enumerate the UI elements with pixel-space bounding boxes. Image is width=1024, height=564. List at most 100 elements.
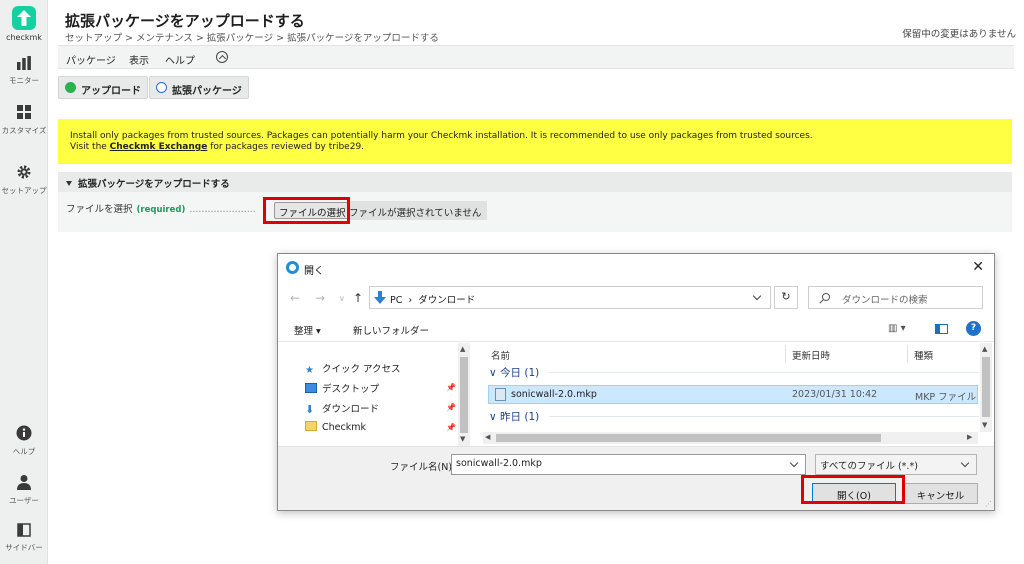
folder-icon — [305, 421, 317, 431]
nav-scrollbar[interactable]: ▲ ▼ — [458, 343, 470, 446]
bar-chart-icon — [17, 56, 31, 70]
info-circle-icon — [156, 82, 167, 93]
forward-arrow-icon[interactable]: → — [315, 291, 325, 305]
search-icon — [822, 293, 830, 301]
warning-line2: Visit the Checkmk Exchange for packages … — [70, 142, 365, 152]
grid-icon — [17, 105, 31, 119]
chevron-up-icon[interactable] — [216, 51, 228, 63]
file-list-scrollbar[interactable]: ▲ ▼ — [980, 343, 992, 432]
filetype-select[interactable]: すべてのファイル (*.*) — [815, 454, 977, 475]
column-modified[interactable]: 更新日時 — [792, 348, 830, 362]
sidebar-item-setup[interactable]: セットアップ — [0, 164, 48, 196]
address-path: PC › ダウンロード — [390, 295, 476, 306]
sidebar-item-help[interactable]: ヘルプ — [0, 425, 48, 457]
group-yesterday[interactable]: ∨ 昨日 (1) — [489, 409, 982, 424]
open-button[interactable]: 開く(O) — [812, 483, 896, 504]
sidebar-item-monitor[interactable]: モニター — [0, 56, 48, 86]
chevron-down-icon[interactable] — [752, 291, 762, 301]
scroll-up-icon[interactable]: ▲ — [460, 345, 465, 353]
scroll-down-icon[interactable]: ▼ — [460, 435, 465, 443]
refresh-icon[interactable]: ↻ — [774, 286, 798, 309]
page-title: 拡張パッケージをアップロードする — [65, 12, 305, 30]
dialog-title: 開く — [304, 266, 324, 277]
menu-view[interactable]: 表示 — [129, 52, 149, 67]
download-folder-icon — [374, 291, 386, 304]
menu-packages[interactable]: パッケージ — [66, 52, 116, 67]
no-file-selected-text: ファイルが選択されていません — [349, 201, 488, 220]
sidebar-item-user[interactable]: ユーザー — [0, 474, 48, 506]
group-today[interactable]: ∨ 今日 (1) — [489, 365, 982, 380]
packages-button[interactable]: 拡張パッケージ — [149, 76, 249, 99]
up-arrow-icon[interactable]: ↑ — [353, 291, 363, 305]
address-bar[interactable]: PC › ダウンロード — [369, 286, 771, 309]
menubar: パッケージ 表示 ヘルプ — [58, 45, 1014, 69]
upload-section: 拡張パッケージをアップロードする ファイルを選択 (required)......… — [58, 172, 1012, 232]
file-list-pane: 名前 更新日時 種類 ∨ 今日 (1) sonicwall-2.0.mkp 20… — [483, 343, 994, 446]
checkmk-exchange-link[interactable]: Checkmk Exchange — [110, 142, 208, 152]
sidebar-item-label: サイドバー — [5, 543, 43, 552]
chevron-down-icon[interactable] — [960, 458, 970, 468]
filename-input[interactable]: sonicwall-2.0.mkp — [451, 454, 806, 475]
cancel-button[interactable]: キャンセル — [903, 483, 978, 504]
close-icon[interactable]: ✕ — [972, 259, 984, 275]
pin-icon: 📌 — [446, 403, 456, 412]
help-icon[interactable]: ? — [966, 321, 981, 336]
sidebar: checkmk モニター カスタマイズ セットアップ ヘルプ ユーザー サイドバ… — [0, 0, 48, 564]
checkmk-logo[interactable] — [12, 6, 36, 30]
new-folder-button[interactable]: 新しいフォルダー — [353, 323, 429, 337]
preview-pane-icon[interactable] — [935, 324, 948, 334]
warning-message: Install only packages from trusted sourc… — [58, 119, 1012, 164]
triangle-down-icon — [66, 181, 72, 186]
tree-item-checkmk[interactable]: Checkmk — [305, 421, 366, 433]
back-arrow-icon[interactable]: ← — [290, 291, 300, 305]
file-row[interactable]: sonicwall-2.0.mkp 2023/01/31 10:42 MKP フ… — [488, 385, 978, 404]
sidebar-item-label: ヘルプ — [12, 447, 36, 456]
tree-item-downloads[interactable]: ⬇ ダウンロード — [305, 401, 379, 416]
filename-label: ファイル名(N): — [390, 462, 456, 473]
required-marker: (required) — [136, 205, 186, 215]
search-input[interactable]: ダウンロードの検索 — [808, 286, 983, 309]
dialog-footer: ファイル名(N): sonicwall-2.0.mkp すべてのファイル (*.… — [278, 446, 994, 510]
organize-button[interactable]: 整理 ▾ — [294, 323, 321, 337]
pin-icon: 📌 — [446, 383, 456, 392]
file-type: MKP ファイル — [915, 392, 977, 403]
user-icon — [17, 475, 31, 490]
column-type[interactable]: 種類 — [914, 348, 933, 362]
gear-icon — [17, 165, 31, 179]
horizontal-scrollbar[interactable]: ◀ ▶ — [483, 432, 978, 444]
open-file-dialog: 開く ✕ ← → ∨ ↑ PC › ダウンロード ↻ ダウンロードの検索 整理 … — [277, 253, 995, 511]
section-header[interactable]: 拡張パッケージをアップロードする — [58, 172, 1012, 192]
warning-line1: Install only packages from trusted sourc… — [70, 131, 813, 141]
scroll-down-icon[interactable]: ▼ — [982, 421, 987, 429]
view-options-icon[interactable]: ▥ ▾ — [888, 323, 906, 334]
file-name: sonicwall-2.0.mkp — [511, 389, 597, 400]
sidebar-item-sidebar[interactable]: サイドバー — [0, 523, 48, 553]
pending-changes-status[interactable]: 保留中の変更はありません — [902, 26, 1016, 40]
info-icon — [16, 425, 32, 441]
chevron-down-icon[interactable] — [789, 458, 799, 468]
sidebar-item-customize[interactable]: カスタマイズ — [0, 104, 48, 136]
tree-item-quick-access[interactable]: ★ クイック アクセス — [305, 361, 401, 376]
check-icon — [65, 82, 76, 93]
menu-help[interactable]: ヘルプ — [165, 52, 195, 67]
scroll-thumb[interactable] — [496, 434, 881, 442]
file-field-label: ファイルを選択 (required)...................... — [66, 204, 256, 215]
tree-item-desktop[interactable]: デスクトップ — [305, 381, 379, 395]
pin-icon: 📌 — [446, 423, 456, 432]
resize-grip-icon[interactable]: ⋰ — [985, 500, 992, 508]
scroll-right-icon[interactable]: ▶ — [967, 433, 972, 441]
scroll-thumb[interactable] — [460, 357, 468, 433]
recent-dropdown-icon[interactable]: ∨ — [339, 294, 345, 303]
sidebar-item-label: カスタマイズ — [1, 126, 47, 135]
column-separator — [785, 345, 786, 363]
column-name[interactable]: 名前 — [491, 348, 510, 362]
upload-button[interactable]: アップロード — [58, 76, 148, 99]
scroll-thumb[interactable] — [982, 357, 990, 417]
sidebar-icon — [17, 523, 31, 537]
download-icon: ⬇ — [305, 403, 315, 416]
choose-file-button[interactable]: ファイルの選択 — [274, 202, 351, 219]
scroll-up-icon[interactable]: ▲ — [982, 345, 987, 353]
edge-icon — [286, 261, 299, 274]
brand-name: checkmk — [6, 33, 42, 42]
scroll-left-icon[interactable]: ◀ — [485, 433, 490, 441]
